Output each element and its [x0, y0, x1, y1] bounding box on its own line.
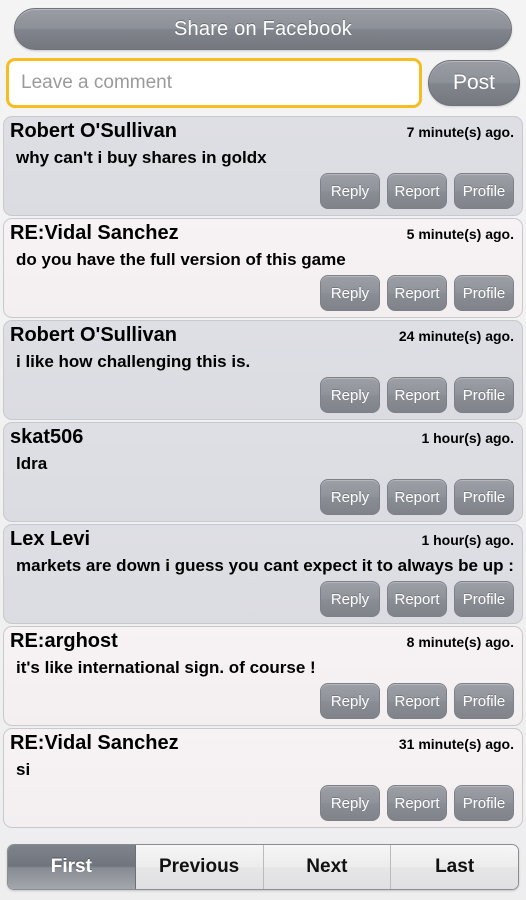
comment-actions: Reply Report Profile	[320, 581, 514, 617]
comment-card: skat506 1 hour(s) ago. ldra Reply Report Prof…	[3, 422, 523, 522]
reply-button[interactable]: Reply	[320, 377, 380, 413]
pagination-previous-button[interactable]: Previous	[135, 845, 264, 889]
pagination-tabs: First Previous Next Last	[7, 844, 519, 890]
report-button[interactable]: Report	[387, 683, 447, 719]
reply-button[interactable]: Reply	[320, 683, 380, 719]
comment-timestamp: 7 minute(s) ago.	[406, 124, 514, 140]
report-button[interactable]: Report	[387, 785, 447, 821]
comment-actions: Reply Report Profile	[320, 173, 514, 209]
comment-text: i like how challenging this is.	[16, 352, 251, 371]
comment-card: Lex Levi 1 hour(s) ago. markets are down i…	[3, 524, 523, 624]
report-button[interactable]: Report	[387, 479, 447, 515]
comment-author: Lex Levi	[10, 528, 91, 550]
comment-text: si	[16, 760, 31, 779]
reply-button[interactable]: Reply	[320, 173, 380, 209]
comment-header: RE:Vidal Sanchez 5 minute(s) ago.	[10, 222, 514, 248]
share-bar: Share on Facebook	[0, 0, 526, 54]
comment-actions: Reply Report Profile	[320, 479, 514, 515]
comment-card: RE:Vidal Sanchez 5 minute(s) ago. do you h…	[3, 218, 523, 318]
comment-author: skat506	[10, 426, 84, 448]
profile-button[interactable]: Profile	[454, 479, 514, 515]
pagination-first-button[interactable]: First	[8, 845, 136, 889]
comment-header: Robert O'Sullivan 24 minute(s) ago.	[10, 324, 514, 350]
post-button[interactable]: Post	[428, 60, 520, 106]
comment-card: Robert O'Sullivan 7 minute(s) ago. why can…	[3, 116, 523, 216]
comment-text: ldra	[16, 454, 48, 473]
comment-text: do you have the full version of this gam…	[16, 250, 346, 269]
profile-button[interactable]: Profile	[454, 275, 514, 311]
report-button[interactable]: Report	[387, 173, 447, 209]
comment-timestamp: 8 minute(s) ago.	[406, 634, 514, 650]
profile-button[interactable]: Profile	[454, 785, 514, 821]
comments-screen: Share on Facebook Post Robert O'Sullivan…	[0, 0, 526, 900]
comment-text: why can't i buy shares in goldx	[16, 148, 267, 167]
report-button[interactable]: Report	[387, 377, 447, 413]
profile-button[interactable]: Profile	[454, 173, 514, 209]
share-on-facebook-button[interactable]: Share on Facebook	[14, 8, 512, 50]
comment-author: RE:arghost	[10, 630, 118, 652]
comment-timestamp: 5 minute(s) ago.	[406, 226, 514, 242]
comment-header: RE:Vidal Sanchez 31 minute(s) ago.	[10, 732, 514, 758]
comment-header: skat506 1 hour(s) ago.	[10, 426, 514, 452]
comment-card: Robert O'Sullivan 24 minute(s) ago. i like…	[3, 320, 523, 420]
comment-text: markets are down i guess you cant expect…	[16, 556, 514, 575]
comment-actions: Reply Report Profile	[320, 683, 514, 719]
report-button[interactable]: Report	[387, 581, 447, 617]
comment-timestamp: 1 hour(s) ago.	[421, 430, 514, 446]
comment-actions: Reply Report Profile	[320, 275, 514, 311]
profile-button[interactable]: Profile	[454, 377, 514, 413]
reply-button[interactable]: Reply	[320, 479, 380, 515]
comment-timestamp: 24 minute(s) ago.	[398, 328, 514, 344]
comment-author: RE:Vidal Sanchez	[10, 732, 179, 754]
comment-text: it's like international sign. of course …	[16, 658, 316, 677]
comment-card: RE:arghost 8 minute(s) ago. it's like inte…	[3, 626, 523, 726]
comment-list: Robert O'Sullivan 7 minute(s) ago. why can…	[0, 116, 526, 840]
reply-button[interactable]: Reply	[320, 275, 380, 311]
report-button[interactable]: Report	[387, 275, 447, 311]
comment-input[interactable]	[6, 58, 422, 108]
comment-actions: Reply Report Profile	[320, 377, 514, 413]
comment-actions: Reply Report Profile	[320, 785, 514, 821]
profile-button[interactable]: Profile	[454, 683, 514, 719]
pagination-bar: First Previous Next Last	[0, 840, 526, 900]
pagination-last-button[interactable]: Last	[391, 845, 518, 889]
comment-header: RE:arghost 8 minute(s) ago.	[10, 630, 514, 656]
comment-author: Robert O'Sullivan	[10, 120, 178, 142]
reply-button[interactable]: Reply	[320, 581, 380, 617]
comment-author: Robert O'Sullivan	[10, 324, 178, 346]
comment-composer: Post	[0, 54, 526, 116]
profile-button[interactable]: Profile	[454, 581, 514, 617]
comment-header: Lex Levi 1 hour(s) ago.	[10, 528, 514, 554]
pagination-next-button[interactable]: Next	[263, 845, 392, 889]
comment-header: Robert O'Sullivan 7 minute(s) ago.	[10, 120, 514, 146]
comment-timestamp: 1 hour(s) ago.	[421, 532, 514, 548]
comment-timestamp: 31 minute(s) ago.	[398, 736, 514, 752]
comment-card: RE:Vidal Sanchez 31 minute(s) ago. si Reply…	[3, 728, 523, 828]
reply-button[interactable]: Reply	[320, 785, 380, 821]
comment-author: RE:Vidal Sanchez	[10, 222, 179, 244]
